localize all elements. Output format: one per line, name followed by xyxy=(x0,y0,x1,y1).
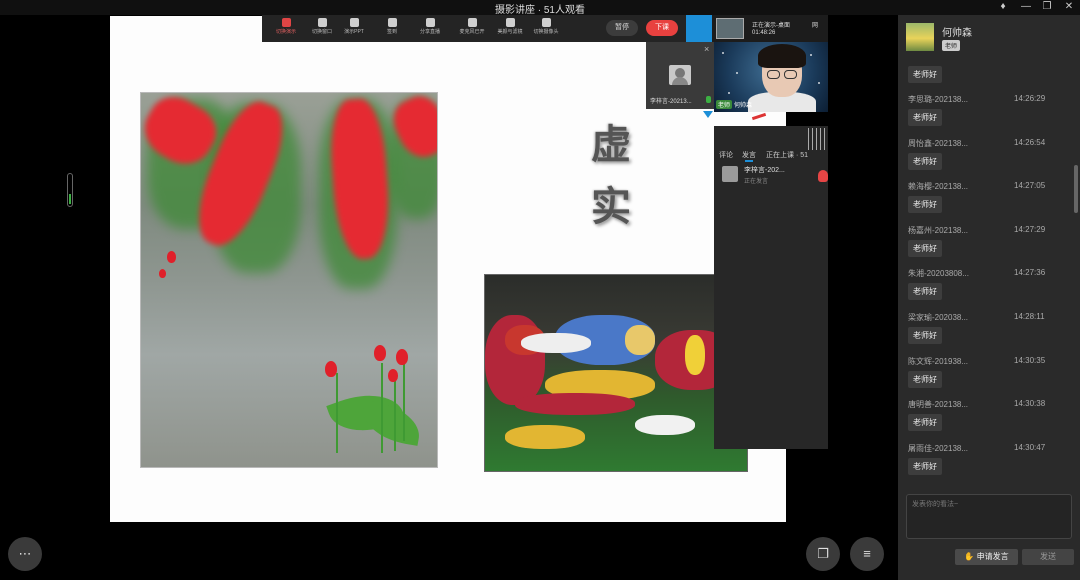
toolbar-present-ppt[interactable]: 演示PPT xyxy=(334,18,374,36)
toolbar-switch-camera[interactable]: 切换摄像头 xyxy=(526,18,566,36)
chat-message-bubble: 老师好 xyxy=(908,66,942,83)
student-name: 李梓言-20213... xyxy=(650,99,692,105)
microphone-icon xyxy=(467,18,477,27)
screen-share-icon xyxy=(281,18,291,27)
calligraphy-shi: 实 xyxy=(591,183,633,230)
chat-message-sender: 赖海樱-202138... xyxy=(908,182,969,192)
chat-message-bubble: 老师好 xyxy=(908,283,942,301)
chat-message-bubble: 老师好 xyxy=(908,327,942,344)
camera-icon xyxy=(541,18,551,27)
chat-message-sender: 屠雨佳-202138... xyxy=(908,443,969,453)
bell-icon[interactable]: ♦ xyxy=(996,1,1010,13)
share-icon xyxy=(425,18,435,27)
chat-message-time: 14:26:54 xyxy=(1014,137,1046,147)
panel-pointer xyxy=(703,111,713,118)
presentation-indicator xyxy=(686,15,712,42)
chat-header: 何帅森 老师 xyxy=(898,15,1080,61)
tab-in-class[interactable]: 正在上课 · 51 xyxy=(766,150,808,160)
hand-icon: ✋ xyxy=(964,552,977,561)
desktop-thumbnail xyxy=(716,18,744,39)
tulip-photo xyxy=(140,92,438,468)
chat-message-bubble: 老师好 xyxy=(908,239,942,257)
active-tab-indicator xyxy=(745,160,753,162)
presentation-status: 正在演示-桌面 xyxy=(752,23,790,29)
chat-message-time: 14:27:29 xyxy=(1014,224,1046,234)
toolbar-beauty-filter[interactable]: 美颜与滤镜 xyxy=(490,18,530,36)
teacher-toolbar: 切换演示 切换窗口 演示PPT 签到 分享直播 麦克风已开 美颜与滤镜 切换摄像… xyxy=(262,15,686,42)
calligraphy-xu: 虚 xyxy=(591,121,633,168)
checkin-icon xyxy=(387,18,397,27)
volume-meter xyxy=(67,173,73,207)
network-label: 网 xyxy=(812,23,819,29)
host-avatar xyxy=(906,23,934,51)
chat-message-time: 14:30:38 xyxy=(1014,399,1046,409)
tab-speaking[interactable]: 发言 xyxy=(742,150,756,160)
chat-message-time: 14:30:47 xyxy=(1014,442,1046,452)
send-button[interactable]: 发送 xyxy=(1022,549,1074,565)
end-class-button[interactable]: 下课 xyxy=(646,20,678,36)
toolbar-checkin[interactable]: 签到 xyxy=(372,18,412,36)
chat-message-sender: 周怡鑫-202138... xyxy=(908,138,969,148)
class-timer: 01:48:26 xyxy=(752,30,776,36)
chat-message-time: 14:26:29 xyxy=(1014,94,1046,103)
toolbar-share-live[interactable]: 分享直播 xyxy=(410,18,450,36)
speaker-status: 正在发言 xyxy=(744,179,769,185)
beauty-icon xyxy=(505,18,515,27)
raise-hand-icon[interactable] xyxy=(818,170,828,182)
restore-icon[interactable]: ❐ xyxy=(1040,1,1054,13)
chat-message-bubble: 老师好 xyxy=(908,109,942,126)
football-photo xyxy=(484,274,748,472)
teacher-name-badge: 老师 何帅森 xyxy=(716,100,752,109)
chat-message-bubble: 老师好 xyxy=(908,414,942,432)
speaker-avatar xyxy=(722,166,738,182)
teacher-video-tile[interactable]: 老师 何帅森 xyxy=(714,42,828,112)
chat-scrollbar[interactable] xyxy=(1074,165,1078,213)
student-video-tile[interactable]: × 李梓言-20213... xyxy=(646,42,714,109)
chat-message-time: 14:28:11 xyxy=(1014,312,1045,321)
more-options-button[interactable]: ⋯ xyxy=(8,537,42,571)
speaker-name: 李梓言-202... xyxy=(744,167,785,174)
chat-message-bubble: 老师好 xyxy=(908,457,942,475)
danmaku-settings-button[interactable]: ≡ xyxy=(850,537,884,571)
chat-message-sender: 唐明善-202138... xyxy=(908,400,969,410)
apply-to-speak-button[interactable]: ✋ 申请发言 xyxy=(955,549,1018,565)
chat-message-bubble: 老师好 xyxy=(908,152,942,170)
host-name: 何帅森 xyxy=(942,28,972,39)
ppt-icon xyxy=(349,18,359,27)
chat-message-sender: 梁家瑜-202038... xyxy=(908,313,969,322)
chat-sidebar: 何帅森 老师 老师好 李思璐-202138... 14:26:29 老师好 周怡鑫-2… xyxy=(898,15,1080,580)
student-avatar xyxy=(669,65,691,85)
chat-message-bubble: 老师好 xyxy=(908,196,942,214)
chat-input[interactable] xyxy=(906,494,1072,539)
mic-active-icon xyxy=(706,96,711,103)
chat-message-time: 14:27:36 xyxy=(1014,268,1046,278)
host-tag: 老师 xyxy=(942,40,961,51)
chat-message-time: 14:30:35 xyxy=(1014,355,1046,365)
chat-message-bubble: 老师好 xyxy=(908,370,942,388)
chat-message-time: 14:27:05 xyxy=(1014,181,1046,191)
chat-message-sender: 杨嘉州-202138... xyxy=(908,225,969,235)
window-icon xyxy=(317,18,327,27)
window-title: 摄影讲座 · 51人观看 xyxy=(494,5,585,16)
toolbar-microphone[interactable]: 麦克风已开 xyxy=(452,18,492,36)
screen-layout-button[interactable]: ❐ xyxy=(806,537,840,571)
window-titlebar: 摄影讲座 · 51人观看 ♦ — ❐ ✕ xyxy=(0,0,1080,16)
chat-message-sender: 朱湘-20203808... xyxy=(908,269,969,279)
presentation-thumb-bar[interactable]: 正在演示-桌面 01:48:26 网 xyxy=(712,15,828,42)
close-icon[interactable]: × xyxy=(704,44,709,54)
chat-message-sender: 陈文辉-201938... xyxy=(908,356,969,366)
chat-message-sender: 李思璐-202138... xyxy=(908,95,969,104)
tab-comments[interactable]: 评论 xyxy=(719,150,733,160)
pause-button[interactable]: 暂停 xyxy=(606,20,638,36)
close-icon[interactable]: ✕ xyxy=(1062,1,1076,13)
toolbar-switch-demo[interactable]: 切换演示 xyxy=(266,18,306,36)
signal-bars-icon xyxy=(808,128,828,150)
minimize-icon[interactable]: — xyxy=(1019,1,1033,13)
